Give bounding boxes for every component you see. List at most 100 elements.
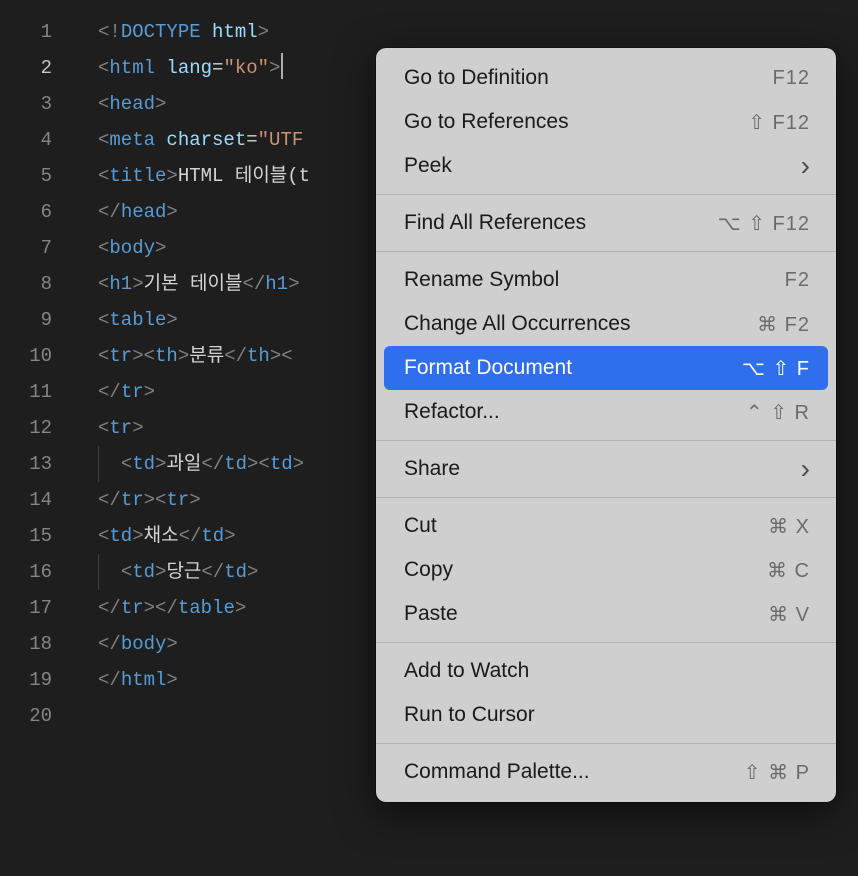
token: >< (132, 345, 155, 367)
token: > (155, 453, 166, 475)
menu-item-label: Find All References (404, 211, 586, 235)
menu-separator (376, 743, 836, 744)
token: > (166, 165, 177, 187)
token: > (155, 237, 166, 259)
menu-item-label: Format Document (404, 356, 572, 380)
token: body (121, 633, 167, 655)
menu-item-label: Rename Symbol (404, 268, 559, 292)
token: td (109, 525, 132, 547)
token: 과일 (166, 453, 201, 475)
menu-item-go-to-definition[interactable]: Go to DefinitionF12 (384, 56, 828, 100)
token (155, 57, 166, 79)
menu-separator (376, 440, 836, 441)
menu-item-label: Peek (404, 154, 452, 178)
token: > (166, 633, 177, 655)
menu-item-add-to-watch[interactable]: Add to Watch (384, 649, 828, 693)
token: td (201, 525, 224, 547)
token: html (212, 21, 258, 43)
line-number: 5 (0, 158, 70, 194)
token: </ (179, 525, 202, 547)
token: > (247, 561, 258, 583)
token: > (166, 309, 177, 331)
token: >< (270, 345, 293, 367)
token: </ (98, 489, 121, 511)
menu-item-shortcut: ⌥ ⇧ F12 (718, 211, 810, 236)
token: < (98, 237, 109, 259)
line-number: 10 (0, 338, 70, 374)
token: < (98, 345, 109, 367)
token: td (224, 453, 247, 475)
token: < (98, 93, 109, 115)
menu-item-label: Paste (404, 602, 458, 626)
menu-item-refactor[interactable]: Refactor...⌃ ⇧ R (384, 390, 828, 434)
token: tr (121, 597, 144, 619)
menu-item-command-palette[interactable]: Command Palette... ⇧ ⌘ P (384, 750, 828, 794)
token: > (166, 201, 177, 223)
token: = (212, 57, 223, 79)
token: tr (121, 381, 144, 403)
menu-item-go-to-references[interactable]: Go to References⇧ F12 (384, 100, 828, 144)
line-number: 9 (0, 302, 70, 338)
line-number: 2 (0, 50, 70, 86)
line-number: 4 (0, 122, 70, 158)
menu-item-change-all-occurrences[interactable]: Change All Occurrences ⌘ F2 (384, 302, 828, 346)
line-number: 16 (0, 554, 70, 590)
token: < (121, 453, 132, 475)
token: > (235, 597, 246, 619)
menu-item-shortcut: ⌘ F2 (757, 312, 810, 337)
token: lang (166, 57, 212, 79)
menu-item-paste[interactable]: Paste⌘ V (384, 592, 828, 636)
token: charset (166, 129, 246, 151)
token: 채소 (144, 525, 179, 547)
menu-item-label: Change All Occurrences (404, 312, 630, 336)
code-line[interactable]: <!DOCTYPE html> (98, 14, 858, 50)
token: < (98, 309, 109, 331)
token: < (121, 561, 132, 583)
menu-item-label: Command Palette... (404, 760, 590, 784)
line-number: 6 (0, 194, 70, 230)
line-number: 13 (0, 446, 70, 482)
menu-item-run-to-cursor[interactable]: Run to Cursor (384, 693, 828, 737)
token: > (224, 525, 235, 547)
token: h1 (109, 273, 132, 295)
menu-item-rename-symbol[interactable]: Rename SymbolF2 (384, 258, 828, 302)
line-number: 19 (0, 662, 70, 698)
menu-item-shortcut: ⌃ ⇧ R (746, 400, 810, 425)
line-number: 3 (0, 86, 70, 122)
menu-item-label: Add to Watch (404, 659, 529, 683)
token: > (166, 669, 177, 691)
token: </ (98, 597, 121, 619)
token: 기본 테이블 (144, 273, 243, 295)
token: > (189, 489, 200, 511)
menu-item-copy[interactable]: Copy⌘ C (384, 548, 828, 592)
token: </ (201, 561, 224, 583)
menu-item-peek[interactable]: Peek › (384, 144, 828, 188)
menu-item-shortcut: ⌥ ⇧ F (742, 356, 810, 381)
line-number-gutter: 1234567891011121314151617181920 (0, 0, 70, 876)
token: tr (166, 489, 189, 511)
token: </ (98, 669, 121, 691)
menu-item-format-document[interactable]: Format Document ⌥ ⇧ F (384, 346, 828, 390)
menu-item-cut[interactable]: Cut⌘ X (384, 504, 828, 548)
menu-item-shortcut: ⇧ ⌘ P (744, 760, 810, 785)
menu-item-find-all-references[interactable]: Find All References ⌥ ⇧ F12 (384, 201, 828, 245)
token: < (98, 57, 109, 79)
token: td (224, 561, 247, 583)
token: th (155, 345, 178, 367)
token: </ (98, 381, 121, 403)
token: html (109, 57, 155, 79)
chevron-right-icon: › (801, 150, 810, 182)
token: "ko" (223, 57, 269, 79)
menu-item-share[interactable]: Share› (384, 447, 828, 491)
token: > (288, 273, 299, 295)
token: > (155, 93, 166, 115)
token: "UTF (258, 129, 304, 151)
line-number: 18 (0, 626, 70, 662)
token: head (121, 201, 167, 223)
token: tr (109, 417, 132, 439)
token: > (132, 273, 143, 295)
token: >< (144, 489, 167, 511)
token: >< (247, 453, 270, 475)
menu-item-label: Run to Cursor (404, 703, 535, 727)
menu-separator (376, 251, 836, 252)
